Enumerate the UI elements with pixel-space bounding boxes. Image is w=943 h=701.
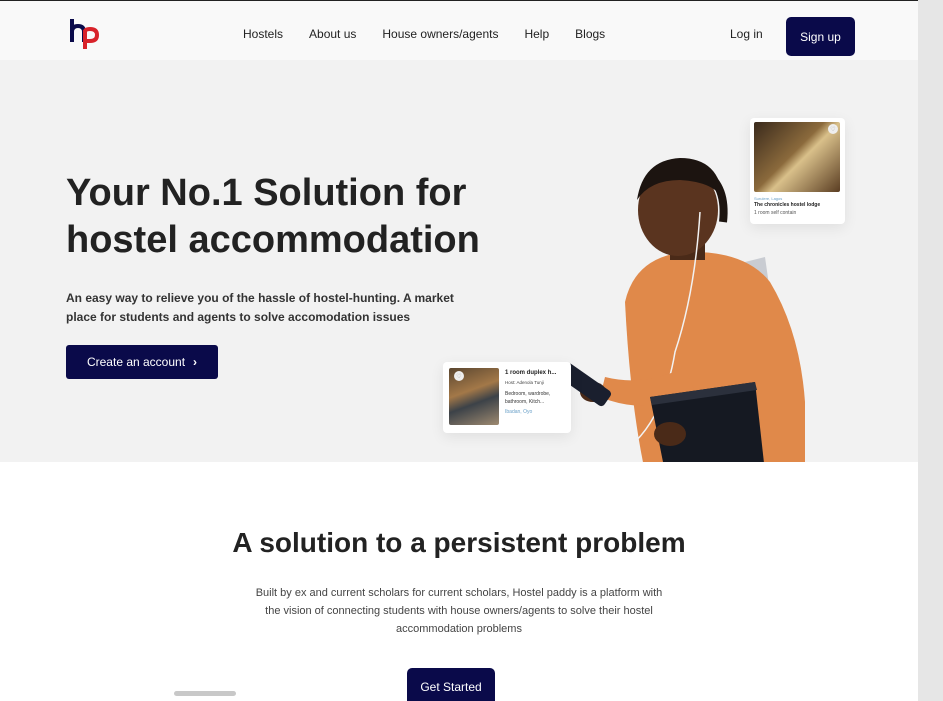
hostel-card-location: Ibadan, Oyo [505,409,533,415]
top-nav: Hostels About us House owners/agents Hel… [0,0,918,60]
favorite-icon[interactable]: ♡ [828,124,838,134]
logo[interactable] [70,18,100,50]
hostel-card-desc: 1 room self contain [754,210,797,216]
hero-subtitle: An easy way to relieve you of the hassle… [66,291,454,324]
login-link[interactable]: Log in [730,27,763,41]
nav-link-house-owners[interactable]: House owners/agents [382,27,498,41]
carousel-indicator[interactable] [174,691,236,696]
hostel-card-info: 1 room duplex h... Host: Adenola Tunji B… [505,370,565,415]
hostel-card-featured[interactable]: ♡ Surulere, Lagos The chronicles hostel … [750,118,845,224]
hostel-card-title: 1 room duplex h... [505,370,557,376]
hostel-card-desc: Bedroom, wardrobe, bathroom, Kitch... [505,391,551,405]
nav-link-blogs[interactable]: Blogs [575,27,605,41]
hero-section: Your No.1 Solution for hostel accommodat… [0,60,918,462]
chevron-right-icon: › [193,355,198,369]
hostel-card-location: Surulere, Lagos [754,196,783,201]
favorite-icon[interactable]: ♡ [454,371,464,381]
nav-link-about[interactable]: About us [309,27,356,41]
hostel-card-image: ♡ [449,368,499,425]
create-account-label: Create an account [86,355,186,369]
signup-button[interactable]: Sign up [786,17,855,56]
page: Hostels About us House owners/agents Hel… [0,0,918,701]
nav-links: Hostels About us House owners/agents Hel… [243,27,631,41]
hostel-card-image: ♡ [754,122,840,192]
section-title: A solution to a persistent problem [232,527,686,558]
nav-link-help[interactable]: Help [524,27,549,41]
create-account-button[interactable]: Create an account › [66,345,218,379]
hostel-card-listing[interactable]: ♡ 1 room duplex h... Host: Adenola Tunji… [443,362,571,433]
hostel-card-host: Host: Adenola Tunji [505,380,544,385]
scrollbar[interactable] [918,0,943,701]
hero-title: Your No.1 Solution for hostel accommodat… [66,172,480,261]
hostel-card-name: The chronicles hostel lodge [754,202,821,208]
get-started-button[interactable]: Get Started [407,668,495,701]
nav-link-hostels[interactable]: Hostels [243,27,283,41]
section-description: Built by ex and current scholars for cur… [255,587,663,635]
